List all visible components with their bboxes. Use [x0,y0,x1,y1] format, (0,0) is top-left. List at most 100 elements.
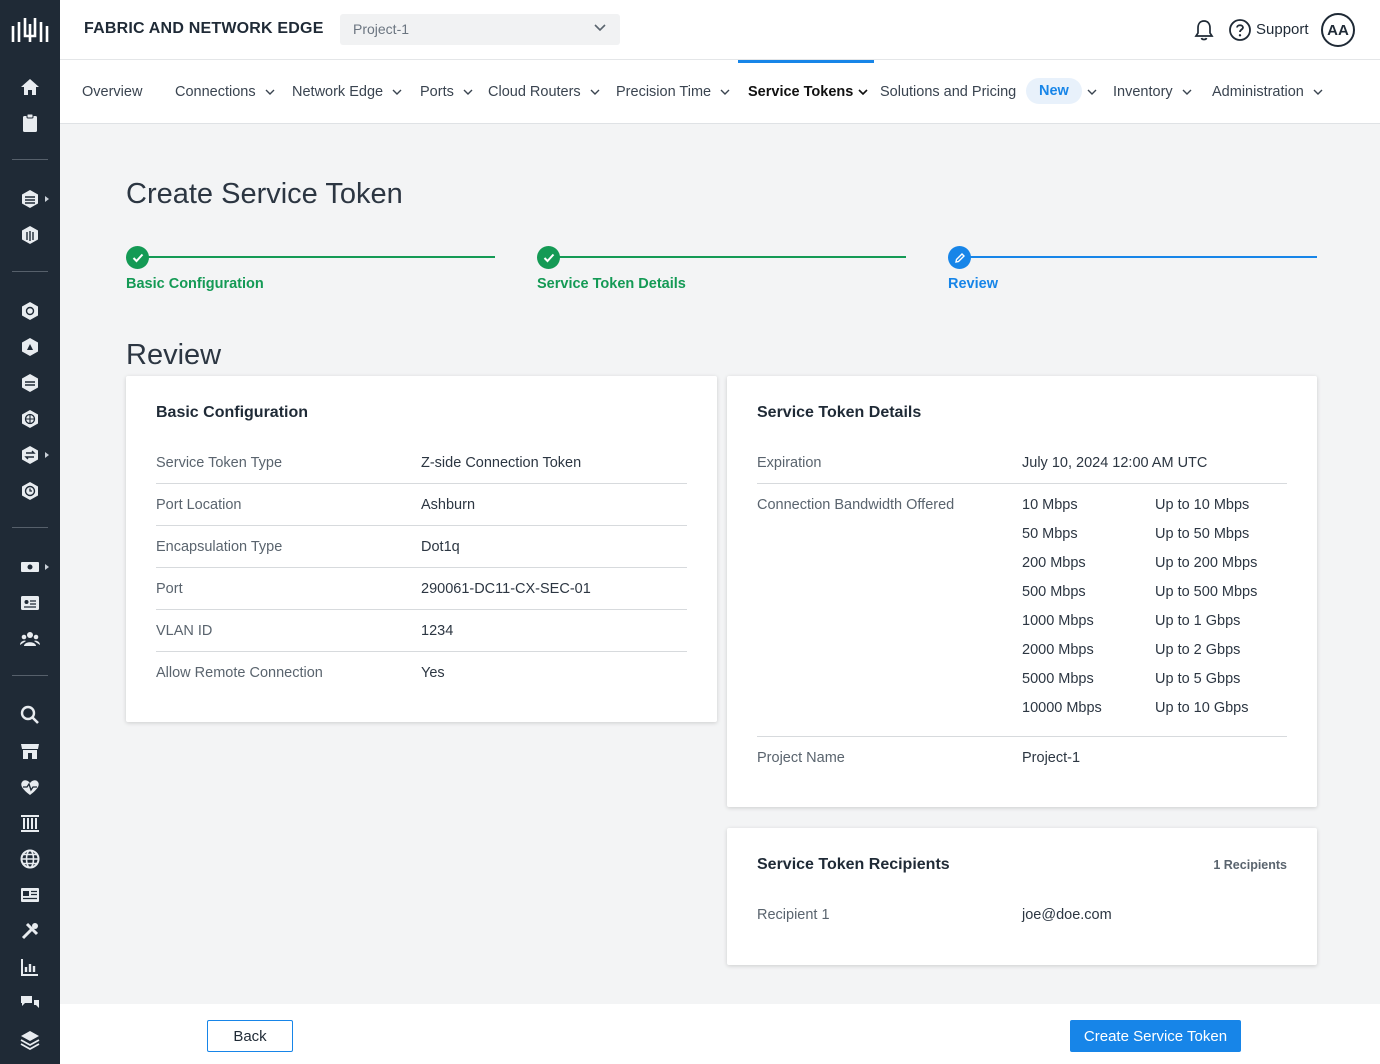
precision-time-icon[interactable] [19,480,41,502]
nav-connections[interactable]: Connections [175,60,275,124]
main-nav: Overview Connections Network Edge Ports … [60,60,1380,124]
detail-value: 1234 [421,623,454,639]
chevron-down-icon [463,89,473,95]
review-heading: Review [126,339,222,371]
fabric-icon[interactable] [19,188,41,210]
detail-key: Encapsulation Type [156,539,283,555]
nav-network-edge[interactable]: Network Edge [292,60,402,124]
ports-icon[interactable] [19,372,41,394]
detail-row: Allow Remote Connection Yes [156,652,687,694]
support-link[interactable]: Support [1256,21,1309,38]
step-label-service-token-details[interactable]: Service Token Details [537,276,686,292]
avatar[interactable]: AA [1321,13,1355,47]
contact-card-icon[interactable] [19,592,41,614]
datacenter-icon[interactable] [19,812,41,834]
detail-key: Port Location [156,497,242,513]
globe-icon[interactable] [19,848,41,870]
nav-label: Connections [175,84,256,100]
chevron-down-icon[interactable] [1087,89,1097,95]
bandwidth-limit: Up to 10 Mbps [1155,497,1250,513]
help-icon[interactable] [1228,18,1252,42]
nav-ports[interactable]: Ports [420,60,473,124]
nav-solutions-pricing[interactable]: Solutions and Pricing [880,60,1016,124]
detail-row: Encapsulation Type Dot1q [156,526,687,568]
detail-key: Connection Bandwidth Offered [757,497,955,513]
detail-key: Project Name [757,750,845,766]
bandwidth-speed: 500 Mbps [1022,584,1086,600]
bandwidth-speed: 2000 Mbps [1022,642,1094,658]
chevron-down-icon [594,24,606,32]
bandwidth-speed: 200 Mbps [1022,555,1086,571]
page-title: Create Service Token [126,178,403,210]
layers-icon[interactable] [19,1028,41,1050]
bandwidth-speed: 10000 Mbps [1022,700,1102,716]
app-title: FABRIC AND NETWORK EDGE [84,20,324,37]
chevron-down-icon [265,89,275,95]
nav-administration[interactable]: Administration [1212,60,1323,124]
marketplace-icon[interactable] [19,740,41,762]
health-icon[interactable] [19,776,41,798]
reports-icon[interactable] [19,956,41,978]
detail-key: Recipient 1 [757,907,830,923]
back-button[interactable]: Back [207,1020,293,1052]
detail-value: Ashburn [421,497,476,513]
network-edge-icon[interactable] [19,224,41,246]
bandwidth-row: Connection Bandwidth Offered 10 Mbps Up t… [757,484,1287,737]
create-service-token-button[interactable]: Create Service Token [1070,1020,1241,1052]
nav-label: Overview [82,84,143,100]
chevron-down-icon [1182,89,1192,95]
detail-key: Service Token Type [156,455,283,471]
detail-value: Z-side Connection Token [421,455,582,471]
search-icon[interactable] [19,704,41,726]
bandwidth-limit: Up to 2 Gbps [1155,642,1241,658]
service-token-details-card: Service Token Details Expiration July 10,… [727,376,1317,807]
detail-row: VLAN ID 1234 [156,610,687,652]
nav-label: Solutions and Pricing [880,84,1017,100]
chevron-down-icon [590,89,600,95]
bell-icon[interactable] [1194,19,1214,41]
home-icon[interactable] [19,76,41,98]
detail-value: 290061-DC11-CX-SEC-01 [421,581,591,597]
news-icon[interactable] [19,884,41,906]
exchange-icon[interactable] [19,444,41,466]
bandwidth-limit: Up to 200 Mbps [1155,555,1258,571]
billing-icon[interactable] [19,556,41,578]
nav-service-tokens[interactable]: Service Tokens [737,60,875,124]
step-line-3 [960,256,1317,258]
nav-label: Cloud Routers [488,84,581,100]
bandwidth-limit: Up to 5 Gbps [1155,671,1241,687]
footer-bar: Back Create Service Token [60,1004,1380,1064]
tools-icon[interactable] [19,920,41,942]
bandwidth-speed: 10 Mbps [1022,497,1078,513]
connections-icon[interactable] [19,336,41,358]
users-icon[interactable] [19,628,41,650]
nav-overview[interactable]: Overview [82,60,142,124]
nav-cloud-routers[interactable]: Cloud Routers [488,60,600,124]
step-label-basic-configuration[interactable]: Basic Configuration [126,276,264,292]
bandwidth-limit: Up to 1 Gbps [1155,613,1241,629]
project-select[interactable]: Project-1 [340,14,620,45]
clipboard-icon[interactable] [19,112,41,134]
chat-icon[interactable] [19,992,41,1014]
detail-value: Project-1 [1022,750,1081,766]
detail-key: Expiration [757,455,822,471]
bandwidth-limit: Up to 10 Gbps [1155,700,1249,716]
detail-value: Yes [421,665,445,681]
globe-hex-icon[interactable] [19,408,41,430]
cloud-router-icon[interactable] [19,300,41,322]
equinix-logo-icon[interactable] [10,14,50,46]
left-rail [0,0,60,1064]
step-label-review: Review [948,276,998,292]
project-select-value: Project-1 [353,21,410,37]
nav-label: Inventory [1113,84,1173,100]
nav-precision-time[interactable]: Precision Time [616,60,730,124]
chevron-down-icon [392,89,402,95]
nav-inventory[interactable]: Inventory [1113,60,1192,124]
check-icon [126,246,149,269]
nav-label: Precision Time [616,84,712,100]
detail-row: Expiration July 10, 2024 12:00 AM UTC [757,442,1287,484]
step-line-2 [549,256,906,258]
chevron-down-icon [858,89,868,95]
card-title: Basic Configuration [156,404,309,421]
nav-label: Ports [420,84,454,100]
